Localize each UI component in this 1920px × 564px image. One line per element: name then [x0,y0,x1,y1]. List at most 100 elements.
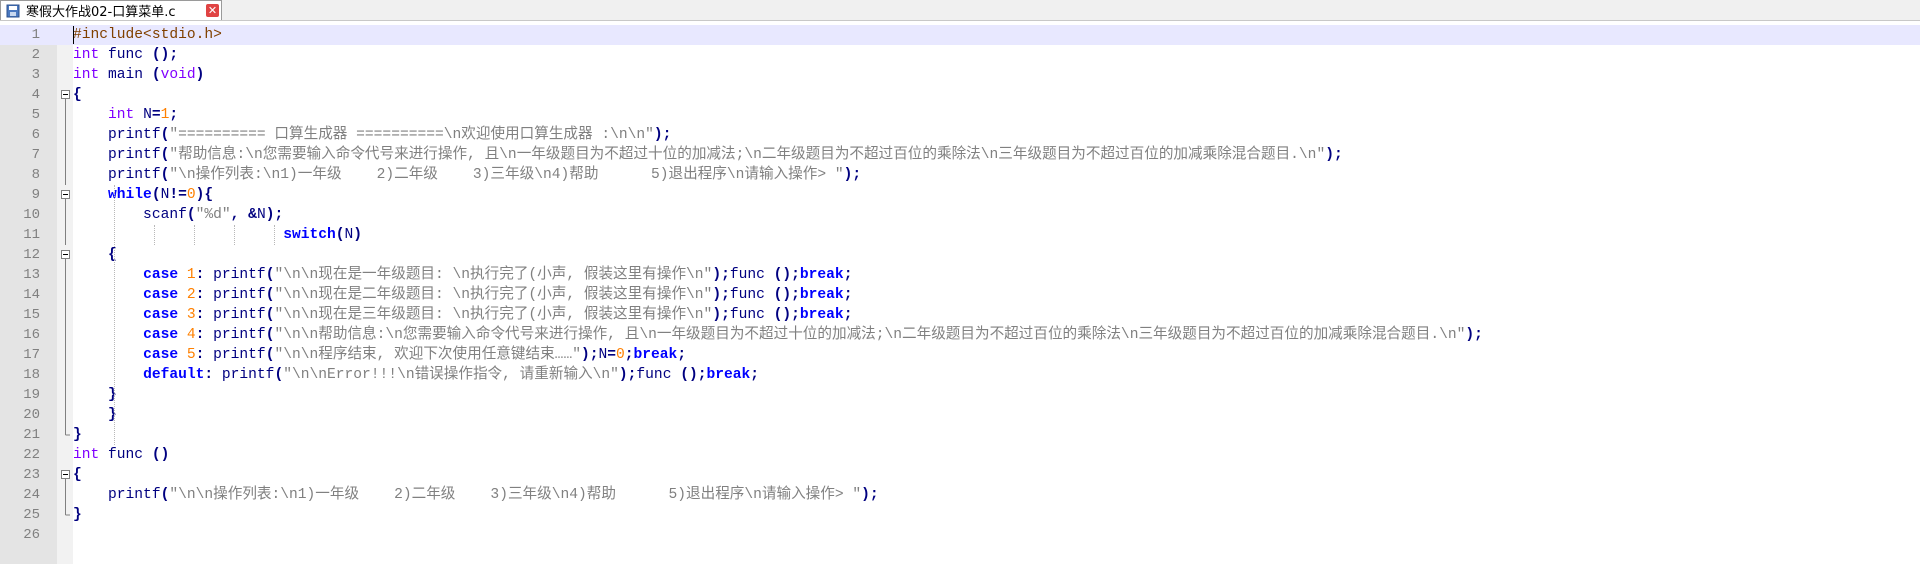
code-token: "\n\n现在是一年级题目: \n执行完了(小声, 假装这里有操作\n" [274,267,713,283]
fold-toggle-icon[interactable] [61,185,70,205]
code-text[interactable]: } [73,405,117,425]
code-token: #include<stdio.h> [73,27,222,43]
code-line[interactable]: 13 case 1: printf("\n\n现在是一年级题目: \n执行完了(… [0,265,1920,285]
save-file-icon [6,4,20,18]
code-token: "\n\n程序结束, 欢迎下次使用任意键结束……" [274,347,581,363]
code-line[interactable]: 12 { [0,245,1920,265]
code-line[interactable]: 3 int main (void) [0,65,1920,85]
code-text[interactable]: case 4: printf("\n\n帮助信息:\n您需要输入命令代号来进行操… [73,325,1483,345]
code-line[interactable]: 18 default: printf("\n\nError!!!\n错误操作指令… [0,365,1920,385]
code-line[interactable]: 14 case 2: printf("\n\n现在是二年级题目: \n执行完了(… [0,285,1920,305]
code-line[interactable]: 17 case 5: printf("\n\n程序结束, 欢迎下次使用任意键结束… [0,345,1920,365]
code-line[interactable]: 7 printf("帮助信息:\n您需要输入命令代号来进行操作, 且\n一年级题… [0,145,1920,165]
code-line[interactable]: 5 int N=1; [0,105,1920,125]
code-text[interactable]: { [73,465,82,485]
code-text[interactable]: #include<stdio.h> [73,25,222,45]
code-text[interactable]: int main (void) [73,65,204,85]
code-token: ); [1465,327,1483,343]
code-token: case [143,327,179,343]
code-line[interactable]: 1 #include<stdio.h> [0,25,1920,45]
code-line[interactable]: 16 case 4: printf("\n\n帮助信息:\n您需要输入命令代号来… [0,325,1920,345]
code-token: ( [335,227,345,243]
code-line[interactable]: 4{ [0,85,1920,105]
line-number: 3 [31,67,40,83]
code-text[interactable]: int func (); [73,45,178,65]
code-token: break [633,347,678,363]
code-token: (); [773,307,800,323]
code-token: case [143,347,179,363]
code-token: 0 [186,187,196,203]
code-token: != [169,187,187,203]
line-number: 16 [23,327,40,343]
code-token: "帮助信息:\n您需要输入命令代号来进行操作, 且\n一年级题目为不超过十位的加… [169,147,1326,163]
code-token: "\n\nError!!!\n错误操作指令, 请重新输入\n" [283,367,619,383]
code-line[interactable]: 2 int func (); [0,45,1920,65]
code-line[interactable]: 15 case 3: printf("\n\n现在是三年级题目: \n执行完了(… [0,305,1920,325]
code-text[interactable]: printf("========== 口算生成器 ==========\n欢迎使… [73,125,671,145]
code-text[interactable]: } [73,505,82,525]
fold-line-icon [65,165,66,185]
code-line[interactable]: 21} [0,425,1920,445]
code-text[interactable]: case 3: printf("\n\n现在是三年级题目: \n执行完了(小声,… [73,305,852,325]
fold-toggle-icon[interactable] [61,465,70,485]
code-token: : [204,367,214,383]
code-token: 2 [186,287,196,303]
code-text[interactable]: case 5: printf("\n\n程序结束, 欢迎下次使用任意键结束……"… [73,345,686,365]
code-text[interactable]: { [73,85,82,105]
code-text[interactable]: printf("\n操作列表:\n1)一年级 2)二年级 3)三年级\n4)帮助… [73,165,861,185]
code-text[interactable]: int N=1; [73,105,178,125]
code-text[interactable]: printf("\n\n操作列表:\n1)一年级 2)二年级 3)三年级\n4)… [73,485,879,505]
code-text[interactable]: default: printf("\n\nError!!!\n错误操作指令, 请… [73,365,759,385]
line-number: 17 [23,347,40,363]
fold-toggle-icon[interactable] [61,85,70,105]
close-icon[interactable]: ✕ [206,4,219,17]
code-text[interactable]: } [73,385,117,405]
code-text[interactable]: } [73,425,82,445]
code-editor[interactable]: 1 #include<stdio.h> 2 int func (); 3 int main… [0,25,1920,564]
fold-toggle-icon[interactable] [61,245,70,265]
code-line[interactable]: 26 [0,525,1920,545]
code-text[interactable]: while(N!=0){ [73,185,213,205]
code-token: ; [843,267,853,283]
code-text[interactable]: { [73,245,117,265]
code-line[interactable]: 23 { [0,465,1920,485]
code-token: () [151,447,170,463]
tab-file[interactable]: 寒假大作战02-口算菜单.c ✕ [0,0,222,20]
code-token: func [729,307,774,323]
code-line[interactable]: 20 } [0,405,1920,425]
code-text[interactable]: case 1: printf("\n\n现在是一年级题目: \n执行完了(小声,… [73,265,852,285]
code-token: } [73,427,82,443]
code-text[interactable]: case 2: printf("\n\n现在是二年级题目: \n执行完了(小声,… [73,285,852,305]
indent-guide [114,185,115,445]
code-text[interactable]: switch(N) [73,225,362,245]
line-number: 13 [23,267,40,283]
code-token: printf [213,367,275,383]
code-text[interactable]: printf("帮助信息:\n您需要输入命令代号来进行操作, 且\n一年级题目为… [73,145,1343,165]
code-token: N [598,347,608,363]
code-token: ); [618,367,637,383]
code-token: printf [204,287,266,303]
code-text[interactable]: int func () [73,445,169,465]
code-line[interactable]: 6 printf("========== 口算生成器 ==========\n欢… [0,125,1920,145]
line-number: 2 [31,47,40,63]
line-number: 21 [23,427,40,443]
code-token: { [108,247,117,263]
code-text[interactable]: scanf("%d", &N); [73,205,283,225]
code-token: int [73,447,100,463]
code-line[interactable]: 24 printf("\n\n操作列表:\n1)一年级 2)二年级 3)三年级\… [0,485,1920,505]
code-line[interactable]: 8 printf("\n操作列表:\n1)一年级 2)二年级 3)三年级\n4)… [0,165,1920,185]
code-line[interactable]: 22 int func () [0,445,1920,465]
code-token: } [108,387,117,403]
code-line[interactable]: 11 switch(N) [0,225,1920,245]
code-token: ); [265,207,284,223]
code-line[interactable]: 9 while(N!=0){ [0,185,1920,205]
code-token: default [143,367,205,383]
code-line[interactable]: 19 } [0,385,1920,405]
line-number: 23 [23,467,40,483]
code-line[interactable]: 10 scanf("%d", &N); [0,205,1920,225]
code-line[interactable]: 25} [0,505,1920,525]
